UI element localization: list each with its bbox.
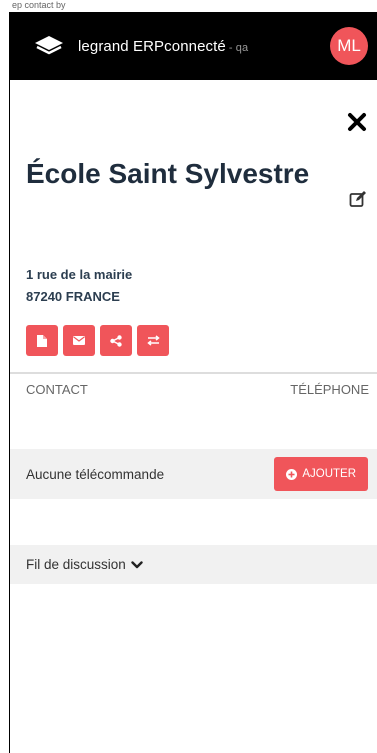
address-line-2: 87240 FRANCE	[26, 289, 120, 304]
add-remote-label: AJOUTER	[302, 468, 356, 480]
page-title: École Saint Sylvestre	[26, 158, 310, 189]
address-line-1: 1 rue de la mairie	[26, 267, 133, 282]
navbar: legrand ERPconnecté - qa ML	[10, 12, 377, 80]
brand-title[interactable]: legrand ERPconnecté - qa	[78, 38, 248, 55]
document-icon	[37, 334, 47, 347]
envelope-icon	[73, 336, 85, 345]
status-text: ep contact by	[12, 0, 66, 10]
remotes-row: Aucune télécommande AJOUTER	[10, 449, 377, 499]
address: 1 rue de la mairie 87240 FRANCE	[26, 264, 132, 308]
environment-label: - qa	[228, 41, 249, 54]
email-button[interactable]	[63, 325, 95, 356]
document-button[interactable]	[26, 325, 58, 356]
thread-label: Fil de discussion	[26, 557, 126, 572]
action-buttons	[26, 325, 169, 356]
user-avatar[interactable]: ML	[330, 27, 368, 65]
add-remote-button[interactable]: AJOUTER	[274, 457, 368, 491]
transfer-icon	[146, 335, 160, 346]
brand-name: legrand ERPconnecté	[78, 37, 226, 55]
share-button[interactable]	[100, 325, 132, 356]
discussion-thread-toggle[interactable]: Fil de discussion	[10, 545, 377, 584]
edit-icon[interactable]	[349, 190, 367, 208]
no-remote-label: Aucune télécommande	[26, 466, 165, 482]
close-icon[interactable]	[347, 112, 367, 132]
plus-circle-icon	[286, 468, 298, 480]
column-contact: CONTACT	[26, 382, 88, 397]
column-telephone: TÉLÉPHONE	[290, 382, 369, 397]
status-bar: ep contact by	[0, 0, 377, 12]
app-frame: legrand ERPconnecté - qa ML École Saint S…	[9, 12, 377, 753]
contacts-table-header: CONTACT TÉLÉPHONE	[26, 382, 369, 397]
layers-logo-icon	[35, 36, 63, 55]
avatar-initials: ML	[337, 36, 361, 55]
divider	[10, 372, 377, 374]
chevron-down-icon	[131, 560, 143, 568]
share-icon	[110, 334, 122, 347]
transfer-button[interactable]	[137, 325, 169, 356]
